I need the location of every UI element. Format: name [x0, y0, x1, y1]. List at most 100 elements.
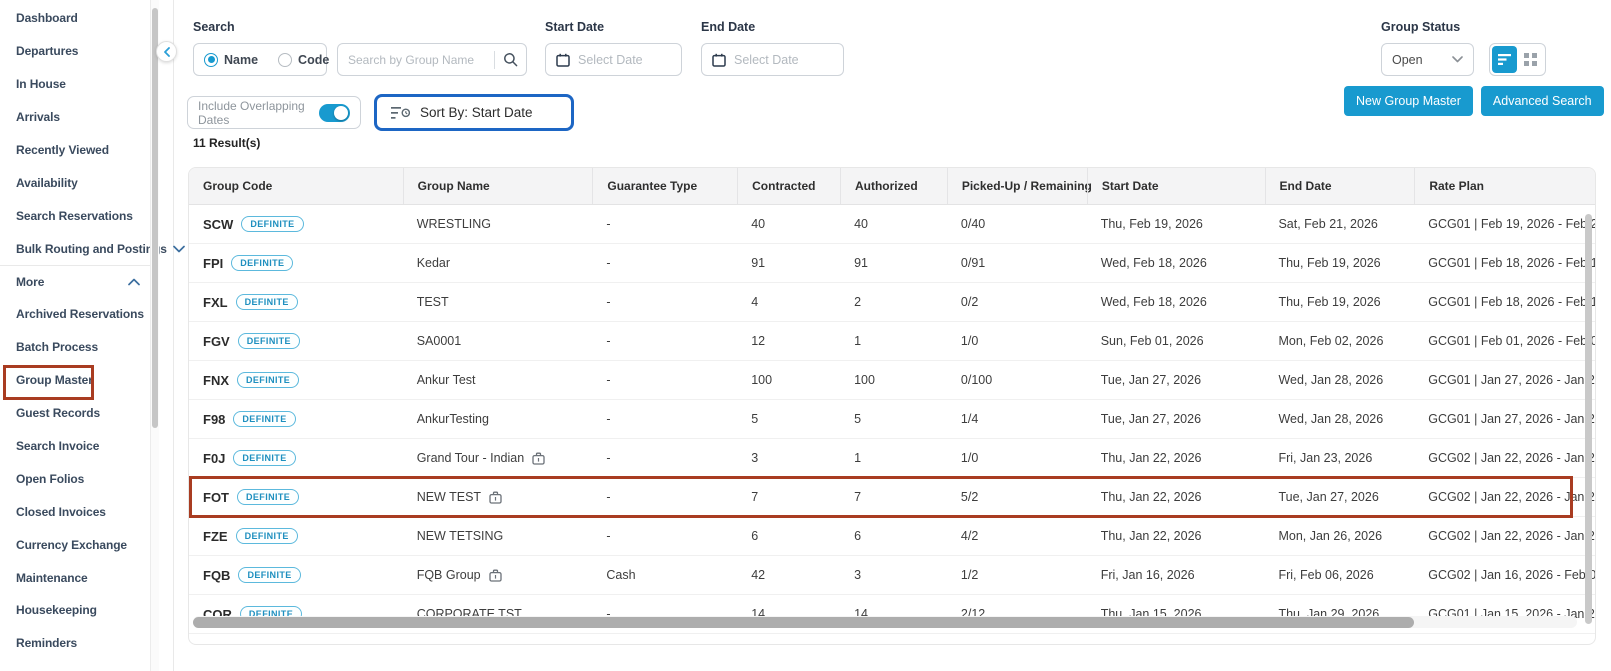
end-date: Mon, Jan 26, 2026	[1264, 517, 1414, 555]
table-row[interactable]: F0J DEFINITE Grand Tour - Indian - 3 1 1…	[189, 439, 1595, 478]
picked-up-remaining: 1/2	[947, 556, 1087, 594]
sidebar-item-currency-exchange[interactable]: Currency Exchange	[0, 528, 150, 561]
sidebar-item-departures[interactable]: Departures	[0, 35, 150, 68]
grid-view-button[interactable]	[1519, 46, 1544, 73]
sidebar-item-dashboard[interactable]: Dashboard	[0, 2, 150, 35]
authorized: 40	[840, 205, 947, 243]
radio-name-dot[interactable]	[204, 53, 218, 67]
guarantee-type: -	[592, 400, 737, 438]
sidebar-item-guest-records[interactable]: Guest Records	[0, 397, 150, 430]
start-date-placeholder: Select Date	[578, 53, 643, 67]
radio-name[interactable]: Name	[204, 53, 258, 67]
sort-by-button[interactable]: Sort By: Start Date	[374, 94, 574, 131]
authorized: 2	[840, 283, 947, 321]
radio-code-label: Code	[298, 53, 329, 67]
guarantee-type: -	[592, 322, 737, 360]
group-master-page: Dashboard Departures In House Arrivals R…	[0, 0, 1611, 671]
rate-plan: GCG01 | Jan 27, 2026 - Jan 28, ...	[1414, 400, 1595, 438]
sidebar-item-recently-viewed[interactable]: Recently Viewed	[0, 134, 150, 167]
picked-up-remaining: 0/91	[947, 244, 1087, 282]
column-header-picked-up-remaining[interactable]: Picked-Up / Remaining	[947, 168, 1087, 204]
column-header-guarantee-type[interactable]: Guarantee Type	[592, 168, 737, 204]
contracted: 100	[737, 361, 840, 399]
sidebar-item-label: Guest Records	[16, 406, 100, 420]
search-input[interactable]	[338, 53, 494, 67]
sidebar-item-label: Open Folios	[16, 472, 84, 486]
end-date-picker[interactable]: Select Date	[701, 43, 844, 76]
table-row[interactable]: SCW DEFINITE WRESTLING - 40 40 0/40 Thu,…	[189, 205, 1595, 244]
table-row[interactable]: FZE DEFINITE NEW TETSING - 6 6 4/2 Thu, …	[189, 517, 1595, 556]
start-date-picker[interactable]: Select Date	[545, 43, 682, 76]
grid-view-icon	[1524, 53, 1537, 66]
group-status-select[interactable]: Open	[1381, 43, 1474, 76]
sidebar-item-reminders[interactable]: Reminders	[0, 627, 150, 660]
advanced-search-button[interactable]: Advanced Search	[1481, 86, 1604, 116]
sidebar-item-label: Group Master	[16, 373, 93, 387]
column-header-start-date[interactable]: Start Date	[1087, 168, 1265, 204]
sidebar-item-more[interactable]: More	[0, 265, 150, 298]
status-badge: DEFINITE	[233, 450, 295, 466]
search-icon[interactable]	[495, 52, 526, 67]
column-header-authorized[interactable]: Authorized	[840, 168, 947, 204]
group-status-value: Open	[1392, 53, 1423, 67]
end-date: Thu, Feb 19, 2026	[1264, 244, 1414, 282]
table-row[interactable]: FPI DEFINITE Kedar - 91 91 0/91 Wed, Feb…	[189, 244, 1595, 283]
table-row[interactable]: FQB DEFINITE FQB Group Cash 42 3 1/2 Fri…	[189, 556, 1595, 595]
sidebar-item-label: Recently Viewed	[16, 143, 109, 157]
guarantee-type: -	[592, 244, 737, 282]
sidebar-item-closed-invoices[interactable]: Closed Invoices	[0, 495, 150, 528]
table-row[interactable]: F98 DEFINITE AnkurTesting - 5 5 1/4 Tue,…	[189, 400, 1595, 439]
sidebar-item-bulk-routing-and-postings[interactable]: Bulk Routing and Postings	[0, 232, 150, 265]
end-date: Mon, Feb 02, 2026	[1264, 322, 1414, 360]
column-header-group-name[interactable]: Group Name	[403, 168, 593, 204]
sidebar-item-label: More	[16, 275, 44, 289]
sidebar-item-in-house[interactable]: In House	[0, 68, 150, 101]
sidebar-item-group-master[interactable]: Group Master	[0, 364, 150, 397]
group-name: AnkurTesting	[417, 412, 489, 426]
table-row[interactable]: FXL DEFINITE TEST - 4 2 0/2 Wed, Feb 18,…	[189, 283, 1595, 322]
contracted: 6	[737, 517, 840, 555]
vertical-scrollbar-thumb[interactable]	[1585, 214, 1592, 624]
picked-up-remaining: 1/0	[947, 439, 1087, 477]
sidebar-item-maintenance[interactable]: Maintenance	[0, 561, 150, 594]
column-header-end-date[interactable]: End Date	[1265, 168, 1415, 204]
sidebar-item-housekeeping[interactable]: Housekeeping	[0, 594, 150, 627]
rate-plan: GCG01 | Jan 27, 2026 - Jan 28, ...	[1414, 361, 1595, 399]
radio-code[interactable]: Code	[278, 53, 329, 67]
sidebar-item-search-reservations[interactable]: Search Reservations	[0, 199, 150, 232]
group-name: Kedar	[417, 256, 450, 270]
table-row[interactable]: COR DEFINITE CORPORATE TST - 14 14 2/12 …	[189, 595, 1595, 634]
end-date: Wed, Jan 28, 2026	[1264, 361, 1414, 399]
authorized: 100	[840, 361, 947, 399]
sidebar-item-open-folios[interactable]: Open Folios	[0, 462, 150, 495]
column-header-rate-plan[interactable]: Rate Plan	[1414, 168, 1595, 204]
table-row[interactable]: FOT DEFINITE NEW TEST - 7 7 5/2 Thu, Jan…	[189, 478, 1595, 517]
status-badge: DEFINITE	[238, 333, 300, 349]
search-label: Search	[193, 20, 235, 34]
sidebar-item-availability[interactable]: Availability	[0, 166, 150, 199]
start-date: Tue, Jan 27, 2026	[1087, 361, 1265, 399]
sidebar-item-batch-process[interactable]: Batch Process	[0, 331, 150, 364]
sidebar-collapse-button[interactable]	[156, 41, 177, 62]
sidebar-item-archived-reservations[interactable]: Archived Reservations	[0, 298, 150, 331]
table-row[interactable]: FGV DEFINITE SA0001 - 12 1 1/0 Sun, Feb …	[189, 322, 1595, 361]
column-header-contracted[interactable]: Contracted	[737, 168, 840, 204]
horizontal-scrollbar-thumb[interactable]	[193, 617, 1414, 628]
authorized: 7	[840, 478, 947, 516]
include-overlapping-toggle[interactable]	[319, 104, 350, 122]
include-overlapping-dates: Include Overlapping Dates	[187, 96, 361, 129]
column-header-group-code[interactable]: Group Code	[189, 168, 403, 204]
sort-by-label: Sort By: Start Date	[420, 105, 533, 120]
sidebar-item-arrivals[interactable]: Arrivals	[0, 101, 150, 134]
horizontal-scrollbar-track[interactable]	[193, 616, 1577, 628]
table-row[interactable]: FNX DEFINITE Ankur Test - 100 100 0/100 …	[189, 361, 1595, 400]
radio-code-dot[interactable]	[278, 53, 292, 67]
sidebar-item-search-invoice[interactable]: Search Invoice	[0, 430, 150, 463]
group-code: F98	[203, 412, 225, 427]
end-date: Thu, Feb 19, 2026	[1264, 283, 1414, 321]
list-view-button[interactable]	[1492, 46, 1517, 73]
sidebar-item-label: Maintenance	[16, 571, 88, 585]
authorized: 1	[840, 439, 947, 477]
new-group-master-button[interactable]: New Group Master	[1344, 86, 1473, 116]
sidebar-scrollbar-thumb[interactable]	[152, 8, 158, 428]
